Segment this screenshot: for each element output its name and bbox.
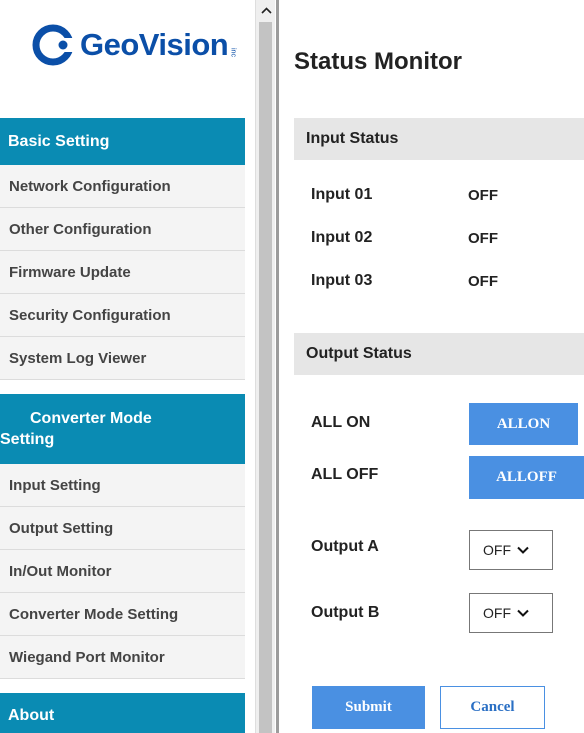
geovision-logo-icon [32, 24, 74, 66]
all-off-button[interactable]: ALLOFF [469, 456, 584, 499]
output-b-select[interactable]: OFF [469, 593, 553, 633]
submit-button[interactable]: Submit [312, 686, 425, 729]
main-content: Status Monitor Input Status Input 01 OFF… [279, 0, 584, 733]
input-02-value: OFF [468, 230, 498, 247]
input-03-value: OFF [468, 273, 498, 290]
about-menu: About [0, 693, 245, 733]
sidebar-item-system-log-viewer[interactable]: System Log Viewer [0, 337, 245, 380]
cancel-button[interactable]: Cancel [440, 686, 545, 729]
sidebar-nav: GeoVision inc Basic Setting Network Conf… [0, 0, 255, 733]
sidebar-item-converter-mode-setting[interactable]: Converter Mode Setting [0, 593, 245, 636]
scroll-up-arrow-icon[interactable] [256, 0, 276, 20]
sidebar-item-other-configuration[interactable]: Other Configuration [0, 208, 245, 251]
output-status-header: Output Status [294, 333, 584, 375]
logo-suffix-text: inc [229, 47, 237, 57]
sidebar-scrollbar[interactable] [255, 0, 275, 733]
sidebar-item-output-setting[interactable]: Output Setting [0, 507, 245, 550]
sidebar-item-inout-monitor[interactable]: In/Out Monitor [0, 550, 245, 593]
output-a-select-value: OFF [483, 542, 511, 558]
converter-mode-menu: Converter Mode Setting Input Setting Out… [0, 394, 245, 679]
about-header[interactable]: About [0, 693, 245, 733]
input-02-label: Input 02 [311, 229, 373, 246]
input-01-label: Input 01 [311, 186, 373, 203]
all-on-button[interactable]: ALLON [469, 403, 578, 445]
all-off-label: ALL OFF [311, 466, 379, 483]
basic-setting-header[interactable]: Basic Setting [0, 118, 245, 165]
all-on-label: ALL ON [311, 414, 371, 431]
scrollbar-thumb[interactable] [259, 22, 272, 733]
converter-header-line1: Converter Mode [30, 409, 152, 427]
converter-header-line2: Setting [0, 430, 55, 448]
sidebar-item-security-configuration[interactable]: Security Configuration [0, 294, 245, 337]
basic-setting-menu: Basic Setting Network Configuration Othe… [0, 118, 245, 380]
sidebar-item-network-configuration[interactable]: Network Configuration [0, 165, 245, 208]
output-b-select-value: OFF [483, 605, 511, 621]
input-status-header: Input Status [294, 118, 584, 160]
chevron-down-icon [517, 609, 529, 617]
input-01-value: OFF [468, 187, 498, 204]
chevron-down-icon [517, 546, 529, 554]
geovision-logo[interactable]: GeoVision inc [32, 20, 236, 70]
sidebar-item-input-setting[interactable]: Input Setting [0, 464, 245, 507]
converter-mode-header[interactable]: Converter Mode Setting [0, 394, 245, 464]
output-b-label: Output B [311, 604, 380, 621]
sidebar-item-firmware-update[interactable]: Firmware Update [0, 251, 245, 294]
output-a-label: Output A [311, 538, 379, 555]
page-title: Status Monitor [294, 48, 462, 75]
sidebar-item-wiegand-port-monitor[interactable]: Wiegand Port Monitor [0, 636, 245, 679]
logo-brand-text: GeoVision [80, 27, 229, 62]
input-03-label: Input 03 [311, 272, 373, 289]
output-a-select[interactable]: OFF [469, 530, 553, 570]
